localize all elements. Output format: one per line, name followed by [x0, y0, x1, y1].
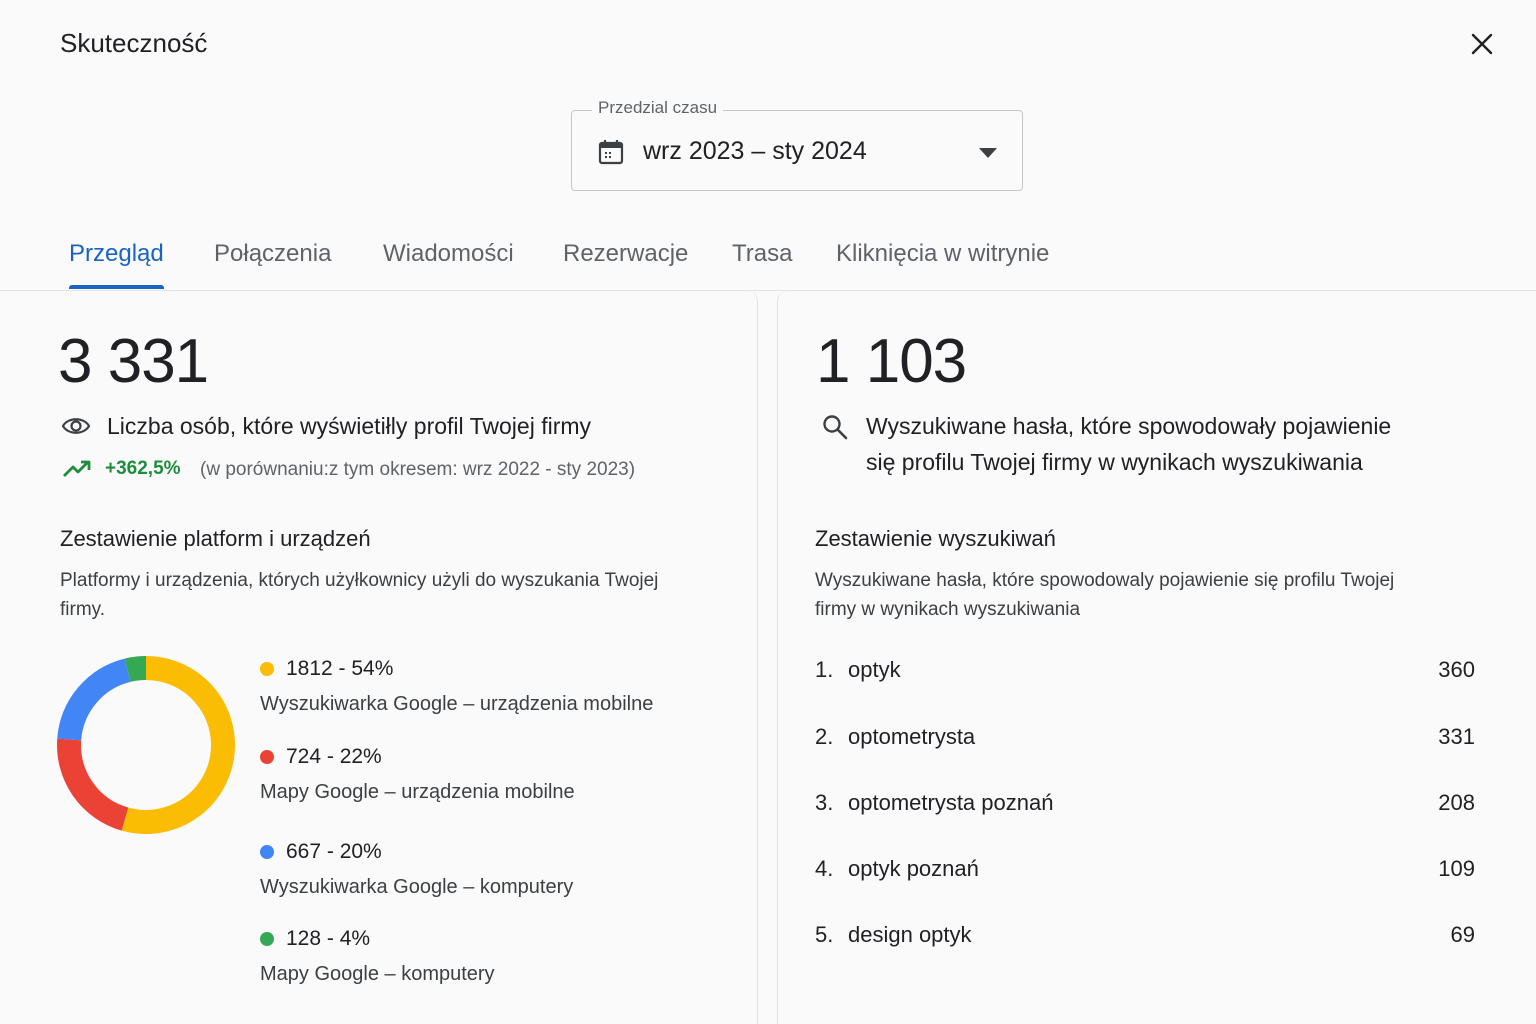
dialog-title: Skuteczność — [60, 28, 208, 58]
legend-dot-blue — [260, 845, 274, 859]
search-rank: 2. — [815, 724, 834, 749]
date-range-select[interactable]: Przedzial czasu wrz 2023 – sty 2024 — [571, 98, 1023, 191]
legend-item-maps-mobile: 724 - 22% Mapy Google – urządzenia mobil… — [260, 745, 575, 804]
platforms-section-title: Zestawienie platform i urządzeń — [60, 526, 371, 551]
trending-up-icon — [63, 460, 91, 477]
search-term-row: 3. optometrysta poznań 208 — [815, 790, 1475, 820]
legend-label: Mapy Google – komputery — [260, 963, 495, 985]
search-term-row: 5. design optyk 69 — [815, 922, 1475, 952]
calendar-icon — [598, 140, 624, 165]
search-count: 69 — [1450, 922, 1475, 947]
profile-views-label: Liczba osób, które wyświetiłly profil Tw… — [107, 413, 592, 439]
search-count: 331 — [1438, 724, 1475, 749]
search-term-row: 1. optyk 360 — [815, 657, 1475, 687]
legend-item-search-mobile: 1812 - 54% Wyszukiwarka Google – urządze… — [260, 657, 653, 716]
search-term-row: 4. optyk poznań 109 — [815, 856, 1475, 886]
search-impressions-total: 1 103 — [816, 327, 967, 396]
search-rank: 4. — [815, 856, 834, 881]
searches-section-desc-line1: Wyszukiwane hasła, które spowodowaly poj… — [815, 570, 1395, 591]
searches-section-title: Zestawienie wyszukiwań — [815, 526, 1056, 551]
close-button[interactable] — [1462, 24, 1502, 64]
search-count: 208 — [1438, 790, 1475, 815]
legend-item-maps-desktop: 128 - 4% Mapy Google – komputery — [260, 927, 495, 986]
search-impressions-label-line1: Wyszukiwane hasła, które spowodowały poj… — [866, 413, 1392, 439]
search-rank: 3. — [815, 790, 834, 815]
legend-value: 667 - 20% — [286, 840, 382, 863]
legend-value: 1812 - 54% — [286, 657, 394, 680]
donut-slice-search-mobile — [121, 656, 235, 834]
date-range-label: Przedzial czasu — [592, 98, 724, 118]
legend-dot-red — [260, 750, 274, 764]
search-icon — [823, 415, 848, 440]
date-range-value: wrz 2023 – sty 2024 — [643, 137, 867, 165]
platforms-section-desc-line1: Platformy i urządzenia, których użyłkown… — [60, 570, 659, 591]
donut-slice-maps-desktop — [124, 656, 147, 682]
legend-value: 724 - 22% — [286, 745, 382, 768]
legend-dot-yellow — [260, 662, 274, 676]
tab-bar: Przegląd Połączenia Wiadomości Rezerwacj… — [0, 230, 1536, 291]
tab-overview[interactable]: Przegląd — [69, 240, 164, 289]
legend-item-search-desktop: 667 - 20% Wyszukiwarka Google – komputer… — [260, 840, 573, 899]
eye-icon — [61, 418, 91, 434]
legend-value: 128 - 4% — [286, 927, 371, 950]
close-icon — [1471, 33, 1493, 55]
dropdown-caret-icon — [979, 148, 997, 158]
donut-slice-maps-mobile — [57, 738, 129, 831]
platform-donut-chart — [57, 656, 235, 834]
tab-bookings[interactable]: Rezerwacje — [563, 240, 688, 288]
performance-dialog: Skuteczność Przedzial czasu wrz 2023 – s… — [0, 0, 1536, 1024]
search-term: optyk poznań — [848, 856, 979, 881]
searches-section-desc-line2: firmy w wynikach wyszukiwania — [815, 599, 1081, 620]
search-rank: 1. — [815, 657, 834, 682]
search-term: optometrysta — [848, 724, 976, 749]
legend-label: Wyszukiwarka Google – komputery — [260, 876, 574, 898]
platforms-section-desc-line2: firmy. — [60, 599, 106, 620]
search-count: 109 — [1438, 856, 1475, 881]
search-term: optometrysta poznań — [848, 790, 1054, 815]
tab-website-clicks[interactable]: Kliknięcia w witrynie — [836, 240, 1049, 288]
search-impressions-label-line2: się profilu Twojej firmy w wynikach wysz… — [866, 449, 1363, 475]
profile-views-total: 3 331 — [58, 327, 209, 396]
tab-messages[interactable]: Wiadomości — [383, 240, 514, 288]
tab-directions[interactable]: Trasa — [732, 240, 792, 288]
tab-calls[interactable]: Połączenia — [214, 240, 331, 288]
legend-label: Wyszukiwarka Google – urządzenia mobilne — [260, 693, 654, 715]
donut-slice-search-desktop — [57, 658, 131, 741]
trend-percent: +362,5% — [105, 458, 181, 479]
search-term-row: 2. optometrysta 331 — [815, 724, 1475, 754]
search-term: design optyk — [848, 922, 972, 947]
legend-label: Mapy Google – urządzenia mobilne — [260, 781, 575, 803]
legend-dot-green — [260, 932, 274, 946]
search-rank: 5. — [815, 922, 834, 947]
search-count: 360 — [1438, 657, 1475, 682]
search-term: optyk — [848, 657, 901, 682]
trend-comparison-note: (w porównaniu:z tym okresem: wrz 2022 - … — [200, 459, 636, 480]
